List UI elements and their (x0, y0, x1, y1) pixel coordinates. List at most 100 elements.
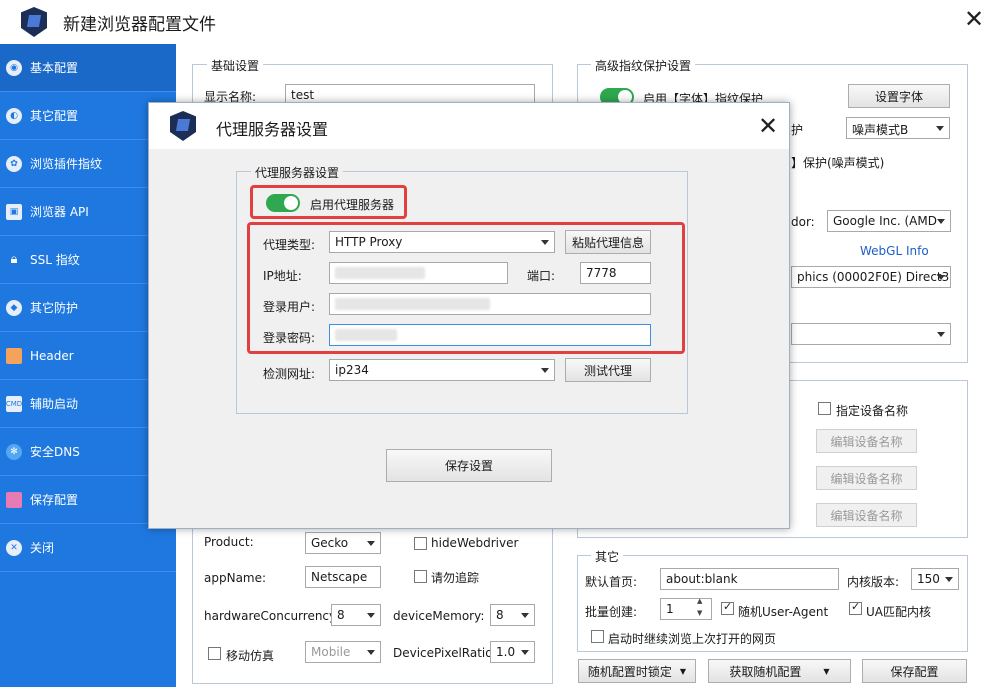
chevron-down-icon (521, 650, 529, 655)
mobile-select[interactable]: Mobile (305, 641, 381, 663)
proxy-dialog: 代理服务器设置 ✕ 代理服务器设置 启用代理服务器 代理类型: HTTP Pro… (148, 102, 790, 529)
dpr-label: DevicePixelRatio: (393, 646, 497, 660)
ua-match-label: UA匹配内核 (866, 605, 931, 619)
device-memory-select[interactable]: 8 (490, 604, 535, 626)
proxy-dialog-title: 代理服务器设置 (216, 120, 329, 139)
vendor-label-partial: dor: (791, 215, 815, 229)
lock-random-button[interactable]: 随机配置时锁定 ▼ (578, 659, 696, 683)
appname-label: appName: (204, 571, 267, 585)
chevron-down-icon (937, 275, 945, 280)
device-memory-label: deviceMemory: (393, 609, 485, 623)
hw-concurrency-label: hardwareConcurrency: (204, 609, 340, 623)
sidebar-item-label: 浏览插件指纹 (30, 157, 103, 171)
edit-device-name-button-3[interactable]: 编辑设备名称 (816, 503, 917, 527)
proxy-dialog-header: 代理服务器设置 ✕ (149, 103, 789, 149)
dnt-checkbox[interactable] (414, 570, 427, 583)
webgl-renderer-value: phics (00002F0E) Direct3D1 (797, 270, 951, 284)
window-close-icon[interactable]: ✕ (964, 7, 984, 31)
ua-match-checkbox[interactable] (849, 600, 862, 615)
proxy-type-select[interactable]: HTTP Proxy (329, 231, 555, 253)
hide-webdriver-checkbox[interactable] (414, 537, 427, 550)
noise-mode-select[interactable]: 噪声模式B (846, 117, 950, 139)
mobile-emulation-checkbox[interactable] (208, 647, 221, 660)
dns-icon: ✻ (6, 443, 22, 460)
ip-redacted (335, 267, 425, 279)
product-label: Product: (204, 535, 254, 549)
compass-icon: ◉ (6, 59, 22, 76)
chevron-down-icon: ▼ (823, 666, 830, 676)
proxy-settings-group-title: 代理服务器设置 (251, 164, 344, 181)
window-title: 新建浏览器配置文件 (63, 15, 216, 35)
paste-proxy-button[interactable]: 粘贴代理信息 (565, 230, 651, 254)
edit-device-name-button-2[interactable]: 编辑设备名称 (816, 466, 917, 490)
check-url-value: ip234 (335, 363, 369, 377)
chevron-down-icon (521, 613, 529, 618)
chevron-down-icon (541, 368, 549, 373)
product-value: Gecko (311, 536, 349, 550)
sidebar-item-close[interactable]: ✕ 关闭 (0, 524, 176, 572)
mobile-value: Mobile (311, 645, 351, 659)
basic-settings-title: 基础设置 (207, 57, 264, 74)
user-redacted (335, 298, 490, 310)
sidebar-item-basic[interactable]: ◉ 基本配置 (0, 44, 176, 92)
extra-select[interactable] (791, 323, 951, 345)
chevron-down-icon (937, 332, 945, 337)
enable-proxy-toggle[interactable] (266, 194, 300, 212)
hw-concurrency-select[interactable]: 8 (331, 604, 381, 626)
port-input[interactable]: 7778 (580, 262, 651, 284)
set-font-button[interactable]: 设置字体 (848, 84, 950, 108)
sidebar-item-label: 安全DNS (30, 445, 80, 459)
login-password-label: 登录密码: (263, 331, 316, 345)
enable-proxy-label: 启用代理服务器 (310, 198, 395, 212)
device-memory-value: 8 (496, 608, 504, 622)
dpr-value: 1.0 (496, 645, 516, 659)
webgl-info-link[interactable]: WebGL Info (860, 244, 929, 258)
get-random-config-label: 获取随机配置 (729, 664, 802, 679)
browser-icon: ◐ (6, 107, 22, 124)
sidebar-item-label: 基本配置 (30, 61, 79, 75)
appname-input[interactable]: Netscape (305, 566, 381, 588)
kernel-select[interactable]: 150 (911, 568, 959, 590)
save-config-button[interactable]: 保存配置 (862, 659, 967, 683)
set-device-name-checkbox[interactable] (818, 402, 831, 415)
chevron-down-icon (945, 577, 953, 582)
set-device-name-label: 指定设备名称 (836, 404, 909, 418)
header-icon (6, 347, 22, 364)
chevron-down-icon (367, 650, 375, 655)
other-title: 其它 (591, 548, 624, 565)
batch-stepper[interactable]: 1 (660, 598, 712, 620)
close-circle-icon: ✕ (6, 539, 22, 556)
check-url-label: 检测网址: (263, 367, 316, 381)
dialog-logo-icon (170, 111, 196, 141)
homepage-label: 默认首页: (585, 575, 638, 589)
advanced-fingerprint-title: 高级指纹保护设置 (591, 57, 696, 74)
get-random-config-button[interactable]: 获取随机配置 ▼ (708, 659, 851, 683)
dpr-select[interactable]: 1.0 (490, 641, 535, 663)
homepage-input[interactable]: about:blank (660, 568, 839, 590)
edit-device-name-button-1[interactable]: 编辑设备名称 (816, 429, 917, 453)
noise-mode-value: 噪声模式B (852, 123, 909, 137)
webgl-renderer-select[interactable]: phics (00002F0E) Direct3D1 (791, 266, 951, 288)
save-proxy-settings-button[interactable]: 保存设置 (386, 449, 552, 482)
webgl-vendor-select[interactable]: Google Inc. (AMD (827, 210, 951, 232)
sidebar-item-label: 关闭 (30, 541, 55, 555)
proxy-type-value: HTTP Proxy (335, 235, 403, 249)
check-url-select[interactable]: ip234 (329, 359, 555, 381)
test-proxy-button[interactable]: 测试代理 (565, 358, 651, 382)
noise-label-partial: 护 (791, 123, 804, 137)
shield-icon: ◆ (6, 299, 22, 316)
stepper-down-icon[interactable]: ▼ (697, 609, 702, 617)
chevron-down-icon: ▼ (679, 666, 687, 676)
title-bar: 新建浏览器配置文件 ✕ (0, 0, 990, 44)
chevron-down-icon (936, 126, 944, 131)
continue-browse-label: 启动时继续浏览上次打开的网页 (608, 632, 777, 646)
random-ua-checkbox[interactable] (721, 600, 734, 615)
proxy-type-label: 代理类型: (263, 238, 316, 252)
stepper-up-icon[interactable]: ▲ (697, 597, 702, 605)
save-icon (6, 491, 22, 508)
webgl-vendor-value: Google Inc. (AMD (833, 214, 937, 228)
continue-browse-checkbox[interactable] (591, 630, 604, 643)
product-select[interactable]: Gecko (305, 532, 381, 554)
dialog-close-icon[interactable]: ✕ (758, 114, 778, 138)
dnt-label: 请勿追踪 (431, 571, 480, 585)
